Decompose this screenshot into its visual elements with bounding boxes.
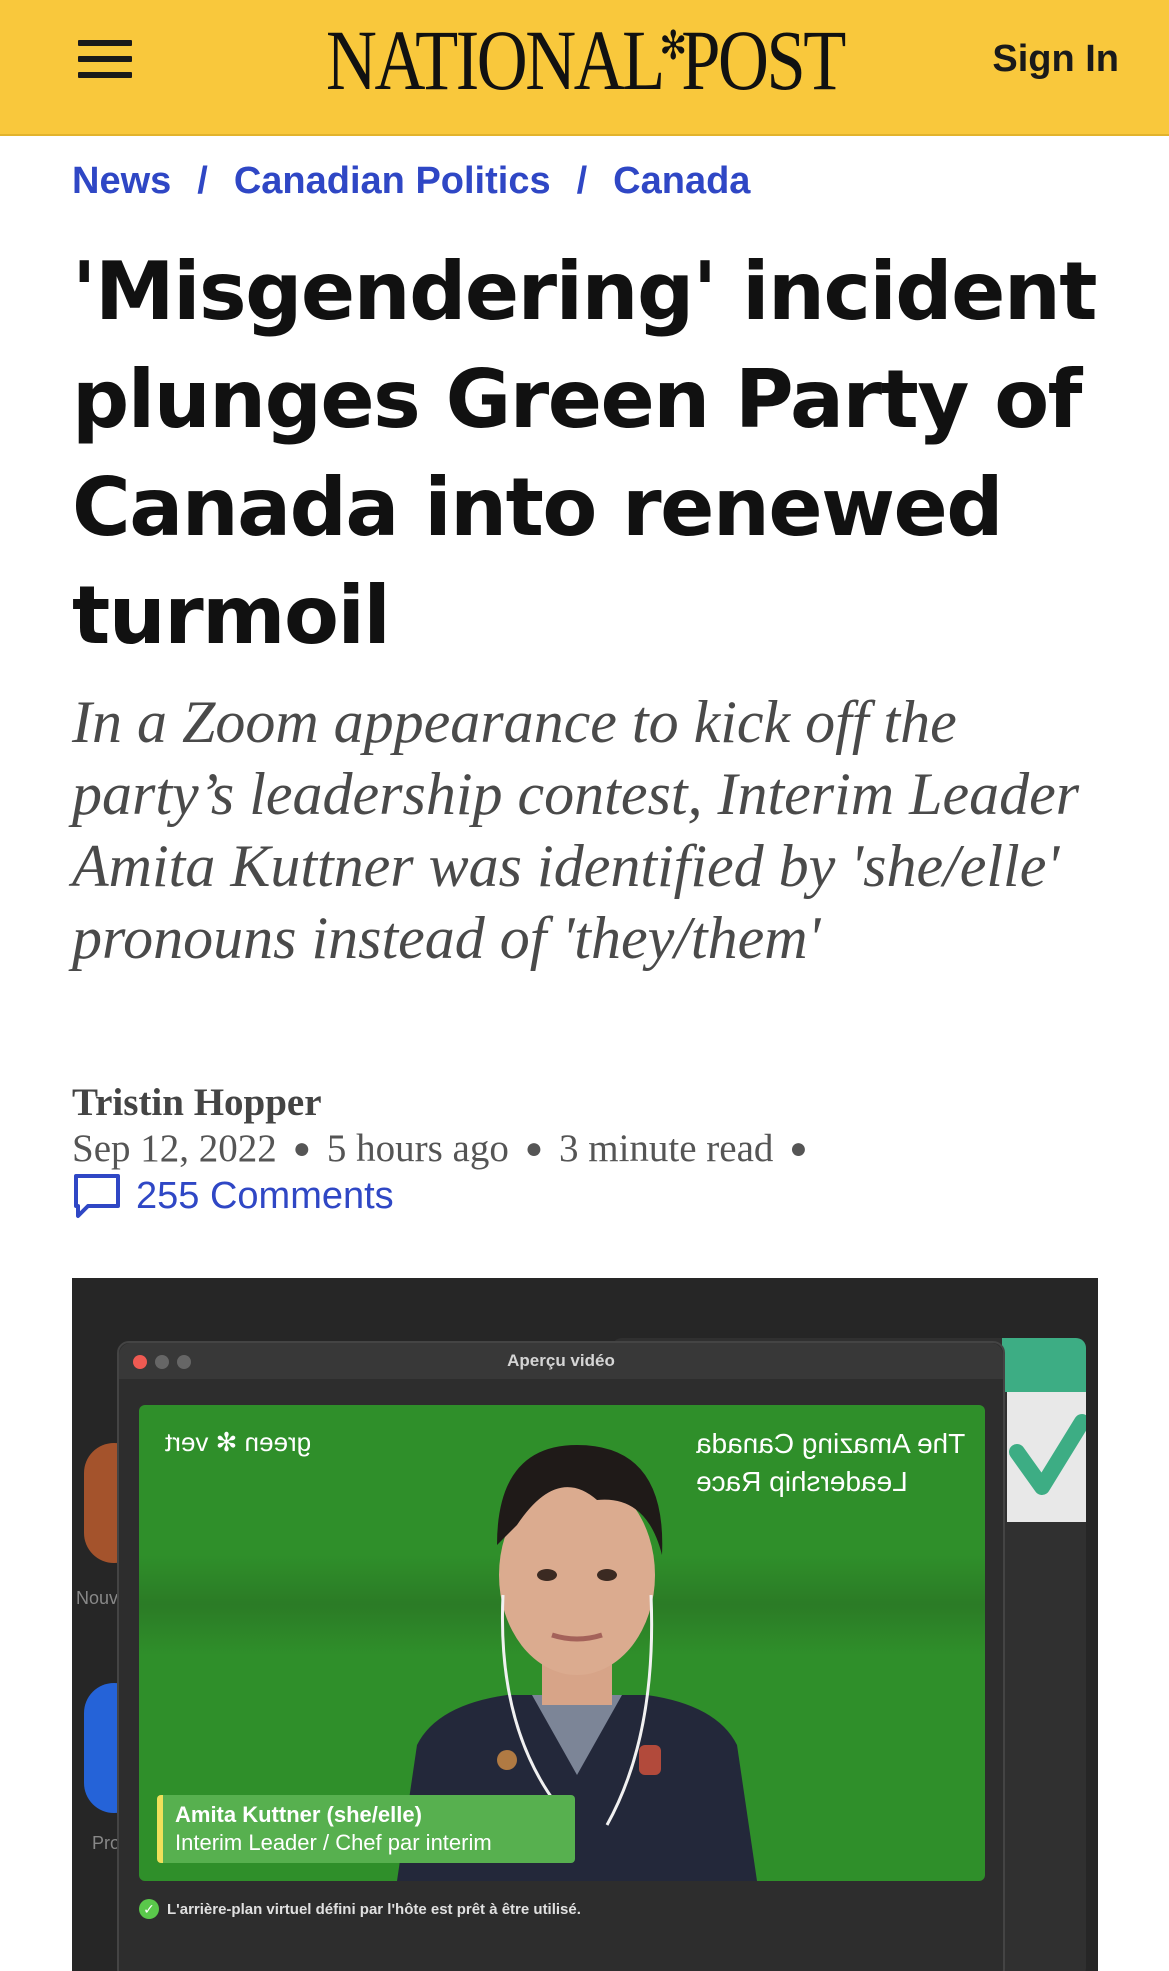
article-headline: 'Misgendering' incident plunges Green Pa… xyxy=(72,245,1098,662)
checkmark-icon xyxy=(1009,1414,1090,1495)
breadcrumb-canadian-politics[interactable]: Canadian Politics xyxy=(234,160,551,202)
video-feed: green ✻ vert The Amazing Canada Leadersh… xyxy=(139,1405,985,1881)
window-titlebar: Aperçu vidéo xyxy=(119,1343,1003,1379)
breadcrumb-canada[interactable]: Canada xyxy=(613,160,750,202)
author-name[interactable]: Tristin Hopper xyxy=(72,1080,322,1125)
maple-leaf-icon: ✻ xyxy=(659,23,686,68)
participant-name: Amita Kuttner (she/elle) xyxy=(175,1802,422,1827)
meta-separator: ● xyxy=(524,1132,543,1165)
window-title: Aperçu vidéo xyxy=(507,1351,615,1370)
breadcrumb-separator: / xyxy=(197,160,208,202)
lead-image[interactable]: Nouv Pro Aperçu vidéo green ✻ vert The A… xyxy=(72,1278,1098,1971)
logo-text-post: POST xyxy=(681,12,846,108)
virtual-background-notice: ✓ L'arrière-plan virtuel défini par l'hô… xyxy=(139,1899,581,1919)
notice-text: L'arrière-plan virtuel défini par l'hôte… xyxy=(167,1900,581,1918)
comments-count: 255 Comments xyxy=(136,1174,394,1217)
breadcrumb-separator: / xyxy=(576,160,588,202)
comments-link[interactable]: 255 Comments xyxy=(72,1172,394,1220)
sign-in-button[interactable]: Sign In xyxy=(992,38,1119,81)
breadcrumb-news[interactable]: News xyxy=(72,160,171,202)
background-app-label: Nouv xyxy=(76,1588,119,1608)
publish-date: Sep 12, 2022 xyxy=(72,1127,277,1170)
video-preview-window: Aperçu vidéo green ✻ vert The Amazing Ca… xyxy=(117,1341,1005,1971)
read-time: 3 minute read xyxy=(558,1127,774,1170)
site-header: NATIONAL✻POST Sign In xyxy=(0,0,1169,136)
breadcrumb: News / Canadian Politics / Canada xyxy=(72,160,750,203)
background-app-label: Pro xyxy=(92,1833,121,1853)
logo-text-national: NATIONAL xyxy=(326,12,665,108)
check-circle-icon: ✓ xyxy=(139,1899,159,1919)
participant-title: Interim Leader / Chef par interim xyxy=(175,1830,492,1855)
time-ago: 5 hours ago xyxy=(326,1127,509,1170)
article-meta: Sep 12, 2022 ● 5 hours ago ● 3 minute read ● xyxy=(72,1126,824,1171)
green-party-logo: green ✻ vert xyxy=(165,1427,312,1457)
article-subheadline: In a Zoom appearance to kick off the par… xyxy=(72,689,1080,971)
hamburger-menu-icon[interactable] xyxy=(78,40,132,84)
meta-separator: ● xyxy=(789,1132,808,1165)
meta-separator: ● xyxy=(292,1132,311,1165)
speech-bubble-icon xyxy=(74,1174,120,1218)
participant-name-caption: Amita Kuttner (she/elle) Interim Leader … xyxy=(157,1795,575,1863)
site-logo[interactable]: NATIONAL✻POST xyxy=(326,10,846,110)
background-tile xyxy=(1007,1392,1090,1522)
background-tile xyxy=(1002,1338,1086,1392)
